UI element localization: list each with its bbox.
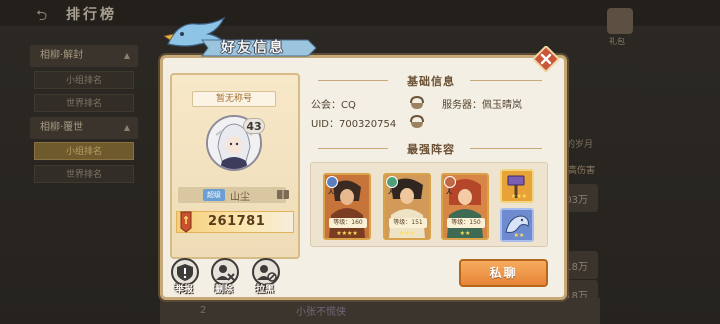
book-icon[interactable] [276, 187, 290, 201]
divider [470, 80, 542, 81]
hero-card[interactable]: 人 等级：160 ★★★★ [323, 173, 371, 240]
dialog-title: 好友信息 [221, 40, 285, 56]
collapse-triangle-icon: ▲ [123, 123, 130, 132]
hero-card[interactable]: 人 等级：150 ★★ [441, 173, 489, 240]
close-icon[interactable] [533, 46, 559, 72]
divider [470, 148, 542, 149]
private-chat-button[interactable]: 私聊 [459, 259, 548, 287]
item-stars: ★★★ [510, 193, 528, 200]
back-arrow-icon[interactable]: ⮌ [36, 5, 47, 29]
ranking-group-1[interactable]: 相柳·解封 ▲ [30, 45, 138, 67]
equipment-slot[interactable]: ★★ [500, 208, 534, 242]
gift-label: 礼包 [609, 37, 625, 46]
group-label: 相柳·覆世 [40, 122, 84, 133]
hero-level: 等级：160 [329, 218, 367, 228]
side-label-2: 高伤害 [568, 166, 596, 176]
group-1-sub-1[interactable]: 小组排名 [34, 71, 134, 89]
item-stars: ★★ [513, 232, 525, 239]
report-label: 举报 [175, 285, 194, 295]
delete-friend-icon [216, 265, 235, 281]
equipment-slot[interactable]: ★★★ [500, 169, 534, 203]
hero-stars: ★★★★ [336, 230, 358, 237]
group-label: 相柳·解封 [40, 50, 84, 61]
block-icon [257, 265, 277, 282]
uid-label: UID：700320754 [311, 119, 397, 130]
group-1-sub-2[interactable]: 世界排名 [34, 94, 134, 112]
delete-friend-label: 删除 [215, 285, 234, 295]
faction-label: 人 [446, 189, 453, 196]
collapse-triangle-icon: ▲ [123, 51, 130, 60]
combat-power-value: 261781 [208, 214, 266, 229]
hero-stars: ★★★ [398, 230, 416, 237]
view-guild-icon[interactable] [409, 96, 425, 110]
server-label: 服务器：佩玉晴岚 [442, 100, 522, 111]
divider [318, 148, 388, 149]
bottom-rank: 2 [200, 305, 207, 316]
gift-icon[interactable] [607, 8, 633, 34]
group-2-sub-2[interactable]: 世界排名 [34, 165, 134, 183]
vip-tag: 超级 [203, 189, 225, 201]
hero-card[interactable]: 人 等级：151 ★★★ [383, 173, 431, 240]
report-icon [177, 264, 193, 281]
player-name: 山尘 [230, 192, 250, 203]
side-label-1: 的岁月 [566, 140, 594, 150]
divider [318, 80, 388, 81]
ranking-group-2[interactable]: 相柳·覆世 ▲ [30, 117, 138, 139]
player-level-badge: 43 [243, 118, 265, 134]
bottom-name: 小张不慌侠 [296, 307, 346, 318]
copy-uid-icon[interactable] [409, 115, 425, 129]
player-title-label: 暂无称号 [192, 91, 276, 107]
guild-label: 公会：CQ [311, 100, 356, 111]
hero-level: 等级：150 [447, 218, 485, 228]
basic-info-heading: 基础信息 [407, 75, 455, 88]
bottom-row [160, 298, 600, 324]
combat-power-icon [180, 211, 192, 233]
faction-label: 人 [328, 189, 335, 196]
block-label: 拉黑 [256, 285, 275, 295]
faction-label: 人 [388, 189, 395, 196]
hero-level: 等级：151 [389, 218, 427, 228]
lineup-heading: 最强阵容 [407, 143, 455, 156]
screen: ⮌ 排行榜 礼包 相柳·解封 ▲ 小组排名 世界排名 相柳·覆世 ▲ 小组排名 世界… [0, 0, 720, 324]
screen-title: 排行榜 [66, 7, 117, 23]
hero-stars: ★★ [459, 230, 471, 237]
group-2-sub-1[interactable]: 小组排名 [34, 142, 134, 160]
